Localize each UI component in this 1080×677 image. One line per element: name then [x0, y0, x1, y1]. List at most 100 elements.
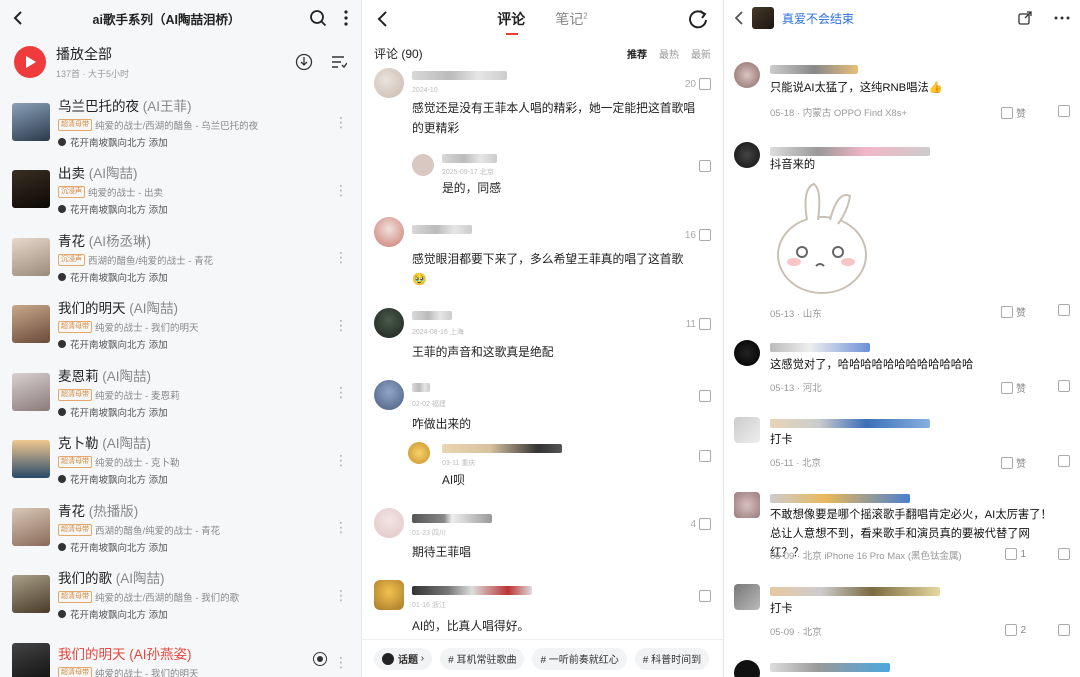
like-button[interactable]: 赞: [1001, 380, 1026, 395]
video-comments-panel: 真爱不会结束 只能说AI太猛了，这纯RNB唱法👍 05-18 · 内蒙古 OPP…: [724, 0, 1080, 677]
song-more-icon[interactable]: ⋮: [334, 654, 348, 671]
quality-badge: 超清母带: [58, 667, 92, 677]
dislike-icon[interactable]: [1058, 380, 1070, 392]
play-all-icon[interactable]: [14, 46, 46, 78]
avatar[interactable]: [412, 154, 434, 176]
song-row[interactable]: 青花 (热播版) 超清母带 西湖的醋鱼/纯爱的战士 - 青花 花开南坡飘向北方 添加 ⋮: [0, 493, 361, 561]
avatar[interactable]: [374, 308, 404, 338]
like-button[interactable]: 2: [1005, 624, 1026, 636]
like-button[interactable]: 赞: [1001, 105, 1026, 120]
song-row[interactable]: 我们的明天 (AI孙燕姿) 超清母带 纯爱的战士 - 我们的明天 ⋮: [0, 628, 361, 677]
song-cover: [12, 170, 50, 209]
song-more-icon[interactable]: ⋮: [334, 114, 348, 131]
song-row[interactable]: 克卜勒 (AI陶喆) 超清母带 纯爱的战士 - 克卜勒 花开南坡飘向北方 添加 ⋮: [0, 426, 361, 494]
video-thumbnail[interactable]: [752, 7, 774, 29]
search-icon[interactable]: [309, 9, 327, 27]
topic-entry-button[interactable]: 话题 ›: [374, 647, 433, 670]
rabbit-sticker-image: [777, 182, 867, 294]
song-row[interactable]: 青花 (AI杨丞琳) 沉浸声 西湖的醋鱼/纯爱的战士 - 青花 花开南坡飘向北方 添加…: [0, 223, 361, 291]
avatar[interactable]: [734, 492, 760, 518]
like-button[interactable]: [699, 450, 711, 462]
play-all-row[interactable]: 播放全部 137首 · 大于5小时: [0, 36, 361, 88]
reply-item: 03-11 重庆 AI呗: [408, 440, 711, 490]
like-button[interactable]: 11: [686, 318, 711, 330]
song-more-icon[interactable]: ⋮: [334, 317, 348, 334]
like-button[interactable]: 赞: [1001, 304, 1026, 319]
song-row[interactable]: 出卖 (AI陶喆) 沉浸声 纯爱的战士 - 出卖 花开南坡飘向北方 添加 ⋮: [0, 156, 361, 224]
avatar[interactable]: [734, 417, 760, 443]
like-button[interactable]: 20: [685, 78, 711, 90]
like-button[interactable]: 1: [1005, 548, 1026, 560]
back-icon[interactable]: [376, 10, 388, 28]
song-more-icon[interactable]: ⋮: [334, 384, 348, 401]
song-row[interactable]: 我们的歌 (AI陶喆) 超清母带 纯爱的战士/西湖的醋鱼 - 我们的歌 花开南坡飘向北…: [0, 561, 361, 629]
topic-pill[interactable]: # 一听前奏就红心: [532, 647, 627, 670]
avatar[interactable]: [374, 68, 404, 98]
avatar[interactable]: [374, 380, 404, 410]
avatar[interactable]: [374, 580, 404, 610]
multi-select-icon[interactable]: [331, 55, 347, 69]
song-artist: 纯爱的战士 - 我们的明天: [95, 323, 199, 335]
download-icon[interactable]: [295, 53, 313, 71]
avatar[interactable]: [734, 584, 760, 610]
sort-hot[interactable]: 最热: [659, 46, 679, 61]
external-link-icon[interactable]: [1018, 11, 1032, 25]
dislike-icon[interactable]: [1058, 105, 1070, 117]
comment-time: 01-23 四川: [412, 530, 446, 537]
avatar[interactable]: [734, 62, 760, 88]
like-button[interactable]: [699, 160, 711, 172]
sort-new[interactable]: 最新: [691, 46, 711, 61]
username-blurred: [770, 343, 870, 352]
back-icon[interactable]: [12, 10, 24, 26]
username-blurred: [412, 383, 430, 392]
song-row[interactable]: 我们的明天 (AI陶喆) 超清母带 纯爱的战士 - 我们的明天 花开南坡飘向北方 添加…: [0, 291, 361, 359]
topic-pill[interactable]: # 耳机常驻歌曲: [440, 647, 525, 670]
thumb-up-icon: [699, 160, 711, 172]
more-horizontal-icon[interactable]: [1054, 16, 1070, 20]
song-row[interactable]: 麦恩莉 (AI陶喆) 超清母带 纯爱的战士 - 麦恩莉 花开南坡飘向北方 添加 ⋮: [0, 358, 361, 426]
song-title: 我们的明天 (AI孙燕姿): [58, 647, 192, 663]
username-blurred: [770, 587, 940, 596]
song-row[interactable]: 乌兰巴托的夜 (AI王菲) 超清母带 纯爱的战士/西湖的醋鱼 - 乌兰巴托的夜 花开南…: [0, 88, 361, 156]
more-vertical-icon[interactable]: [343, 10, 349, 26]
comments-header: 评论 (90) 推荐 最热 最新: [362, 38, 723, 68]
dislike-icon[interactable]: [1058, 624, 1070, 636]
video-title[interactable]: 真爱不会结束: [782, 10, 854, 27]
comment-text: 抖音来的: [770, 159, 816, 171]
song-list: 乌兰巴托的夜 (AI王菲) 超清母带 纯爱的战士/西湖的醋鱼 - 乌兰巴托的夜 花开南…: [0, 88, 361, 677]
like-button[interactable]: 赞: [1001, 455, 1026, 470]
song-more-icon[interactable]: ⋮: [334, 182, 348, 199]
now-playing-icon[interactable]: [313, 652, 327, 666]
back-icon[interactable]: [734, 10, 744, 26]
thumb-up-icon: [1005, 624, 1018, 636]
like-button[interactable]: [699, 590, 711, 602]
avatar[interactable]: [734, 340, 760, 366]
avatar[interactable]: [374, 217, 404, 247]
tab-comments[interactable]: 评论: [497, 9, 525, 35]
song-more-icon[interactable]: ⋮: [334, 587, 348, 604]
comment-meta: 05-09 · 北京: [770, 627, 822, 638]
avatar[interactable]: [734, 660, 760, 677]
comment-text: 这感觉对了，哈哈哈哈哈哈哈哈哈哈哈哈: [770, 359, 974, 371]
song-more-icon[interactable]: ⋮: [334, 519, 348, 536]
topic-pill[interactable]: # 科普时间到: [634, 647, 710, 670]
comments-count: 评论 (90): [374, 46, 423, 61]
avatar[interactable]: [734, 142, 760, 168]
sort-recommend[interactable]: 推荐: [627, 46, 647, 61]
song-more-icon[interactable]: ⋮: [334, 452, 348, 469]
avatar[interactable]: [408, 442, 430, 464]
like-button[interactable]: 4: [690, 518, 711, 530]
share-icon[interactable]: [687, 8, 709, 30]
thumb-up-icon: [1001, 456, 1013, 469]
like-count: 11: [685, 318, 696, 330]
username-blurred: [770, 147, 930, 156]
dislike-icon[interactable]: [1058, 455, 1070, 467]
avatar[interactable]: [374, 508, 404, 538]
dislike-icon[interactable]: [1058, 304, 1070, 316]
dislike-icon[interactable]: [1058, 548, 1070, 560]
like-button[interactable]: 16: [685, 229, 711, 241]
song-more-icon[interactable]: ⋮: [334, 249, 348, 266]
topic-bar: 话题 › # 耳机常驻歌曲 # 一听前奏就红心 # 科普时间到: [362, 639, 723, 677]
tab-notes[interactable]: 笔记2: [555, 9, 587, 29]
like-button[interactable]: [699, 390, 711, 402]
